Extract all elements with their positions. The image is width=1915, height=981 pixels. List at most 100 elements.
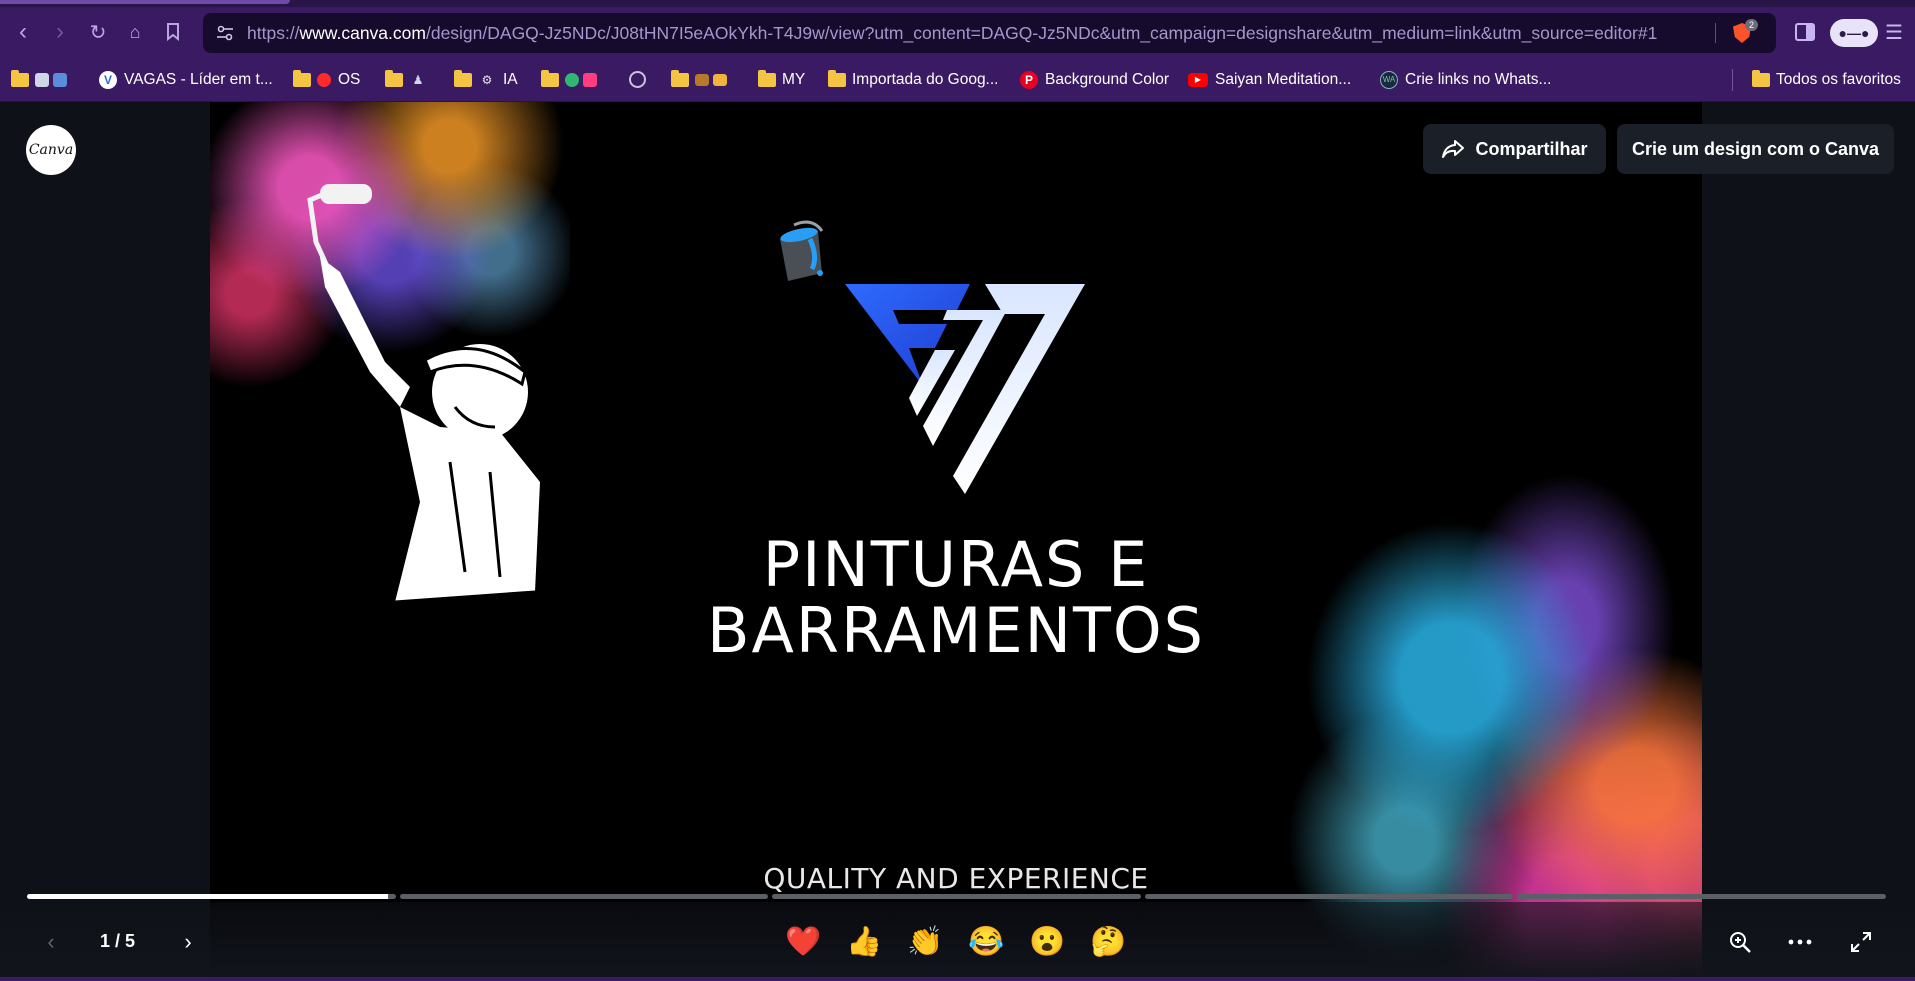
share-icon [1442, 140, 1465, 158]
bookmark-my[interactable]: MY [758, 57, 805, 102]
dice-icon [35, 72, 49, 87]
url-domain: www.canva.com [299, 22, 426, 43]
folder-icon [758, 69, 776, 87]
canva-logo[interactable]: Canva [26, 125, 76, 175]
progress-segment-page-5[interactable] [1517, 894, 1886, 899]
folder-icon [454, 69, 472, 87]
create-design-button[interactable]: Crie um design com o Canva [1617, 124, 1894, 174]
address-bar-divider [1715, 23, 1716, 43]
progress-segment-page-3[interactable] [772, 894, 1141, 899]
canva-viewer: Canva PINTURAS E BARRAMENTOS QUALITY AND… [0, 102, 1915, 981]
address-bar[interactable]: https://www.canva.com/design/DAGQ-Jz5NDc… [203, 13, 1776, 53]
progress-segment-page-4[interactable] [1144, 894, 1514, 899]
zoom-icon[interactable] [1718, 902, 1762, 981]
chart-icon [53, 72, 67, 87]
progress-segment-fill [27, 894, 389, 899]
bookmark-web[interactable] [629, 57, 653, 102]
fm-logo [845, 284, 1085, 494]
slide-progress-bar[interactable] [27, 894, 1886, 899]
url-text: https://www.canva.com/design/DAGQ-Jz5NDc… [243, 23, 1657, 44]
bookmark-saiyan-label: Saiyan Meditation... [1215, 70, 1352, 88]
bookmark-folder-3[interactable] [541, 57, 604, 102]
bookmarks-divider [1732, 69, 1733, 91]
folder-icon [828, 69, 846, 87]
bookmark-vagas[interactable]: V VAGAS - Líder em t... [99, 57, 273, 102]
cup-icon [583, 72, 597, 87]
reload-icon[interactable]: ↻ [80, 7, 116, 57]
reaction-surprised-button[interactable]: 😮 [1025, 920, 1069, 964]
menu-icon[interactable]: ☰ [1876, 7, 1912, 57]
bookmark-background-color[interactable]: P Background Color [1020, 57, 1169, 102]
bookmark-background-color-label: Background Color [1045, 70, 1170, 88]
brave-shields-icon[interactable]: 2 [1730, 19, 1759, 45]
bookmark-folder-2[interactable]: ♟ [385, 57, 434, 102]
progress-segment-page-2[interactable] [399, 894, 769, 899]
home-icon[interactable]: ⌂ [117, 7, 153, 57]
youtube-icon: ▶ [1188, 72, 1208, 87]
bookmark-crie-links-label: Crie links no Whats... [1405, 70, 1552, 88]
tab-strip [0, 0, 1915, 7]
pinterest-icon: P [1020, 70, 1038, 89]
folder-icon [671, 69, 689, 87]
bookmark-folder-icons[interactable] [11, 57, 74, 102]
reader-mode-icon[interactable]: ●—● [1830, 19, 1878, 47]
presentation-slide: PINTURAS E BARRAMENTOS QUALITY AND EXPER… [210, 102, 1702, 981]
previous-page-icon[interactable]: ‹ [31, 902, 71, 981]
briefcase-icon [695, 73, 709, 86]
viewer-controls: ‹ 1 / 5 › ❤️ 👍 👏 😂 😮 🤔 [0, 902, 1915, 981]
bookmark-importada[interactable]: Importada do Goog... [828, 57, 998, 102]
bookmark-saiyan[interactable]: ▶ Saiyan Meditation... [1188, 57, 1351, 102]
robot-icon: ⚙ [481, 72, 493, 87]
folder-icon [1752, 69, 1770, 87]
window-bottom-border [0, 977, 1915, 981]
slide-title: PINTURAS E BARRAMENTOS [210, 532, 1702, 664]
bookmark-todos-label: Todos os favoritos [1776, 70, 1901, 88]
folder-icon [541, 69, 559, 87]
bookmark-my-label: MY [782, 70, 806, 88]
box-icon [713, 73, 727, 86]
folder-icon [385, 69, 403, 87]
reaction-thinking-button[interactable]: 🤔 [1086, 920, 1130, 964]
paint-bucket-icon [780, 220, 824, 281]
whatsapp-link-icon: WA [1380, 70, 1398, 89]
folder-icon [293, 69, 311, 87]
fullscreen-icon[interactable] [1839, 902, 1883, 981]
slide-title-line1: PINTURAS E [762, 528, 1150, 601]
sidebar-toggle-icon[interactable] [1790, 7, 1820, 57]
reaction-laughing-button[interactable]: 😂 [964, 920, 1008, 964]
bookmark-ia-label: IA [503, 70, 518, 88]
browser-toolbar: ‹ › ↻ ⌂ https://www.canva.com/design/DAG… [0, 7, 1915, 57]
active-tab-indicator[interactable] [0, 0, 290, 4]
person-icon: ♟ [412, 72, 424, 87]
site-settings-icon[interactable] [207, 13, 243, 53]
reaction-heart-button[interactable]: ❤️ [781, 920, 825, 964]
bookmark-icon[interactable] [155, 7, 191, 57]
page-counter: 1 / 5 [100, 931, 136, 951]
bookmark-vagas-label: VAGAS - Líder em t... [124, 70, 273, 88]
reaction-clapping-button[interactable]: 👏 [903, 920, 947, 964]
bookmark-folder-4[interactable] [671, 57, 734, 102]
bookmark-crie-links[interactable]: WA Crie links no Whats... [1380, 57, 1551, 102]
bookmark-os[interactable]: OS [293, 57, 360, 102]
share-button[interactable]: Compartilhar [1423, 124, 1606, 174]
next-page-icon[interactable]: › [168, 902, 208, 981]
back-icon[interactable]: ‹ [5, 7, 41, 57]
slide-title-line2: BARRAMENTOS [706, 594, 1206, 667]
shields-count-badge: 2 [1745, 19, 1759, 31]
forward-icon[interactable]: › [42, 7, 78, 57]
record-icon [317, 72, 331, 87]
url-scheme: https:// [247, 22, 300, 43]
bookmark-todos[interactable]: Todos os favoritos [1752, 57, 1901, 102]
more-options-icon[interactable] [1778, 902, 1822, 981]
reaction-thumbs-up-button[interactable]: 👍 [842, 920, 886, 964]
bookmark-ia[interactable]: ⚙ IA [454, 57, 518, 102]
progress-segment-page-1[interactable] [27, 894, 396, 899]
vagas-icon: V [99, 70, 117, 89]
bookmark-importada-label: Importada do Goog... [852, 70, 999, 88]
share-button-label: Compartilhar [1475, 138, 1588, 159]
globe-icon [565, 72, 579, 87]
bookmark-os-label: OS [338, 70, 361, 88]
slide-subtitle: QUALITY AND EXPERIENCE [763, 862, 1149, 895]
url-path: /design/DAGQ-Jz5NDc/J08tHN7I5eAOkYkh-T4J… [425, 22, 1658, 43]
folder-icon [11, 69, 29, 87]
